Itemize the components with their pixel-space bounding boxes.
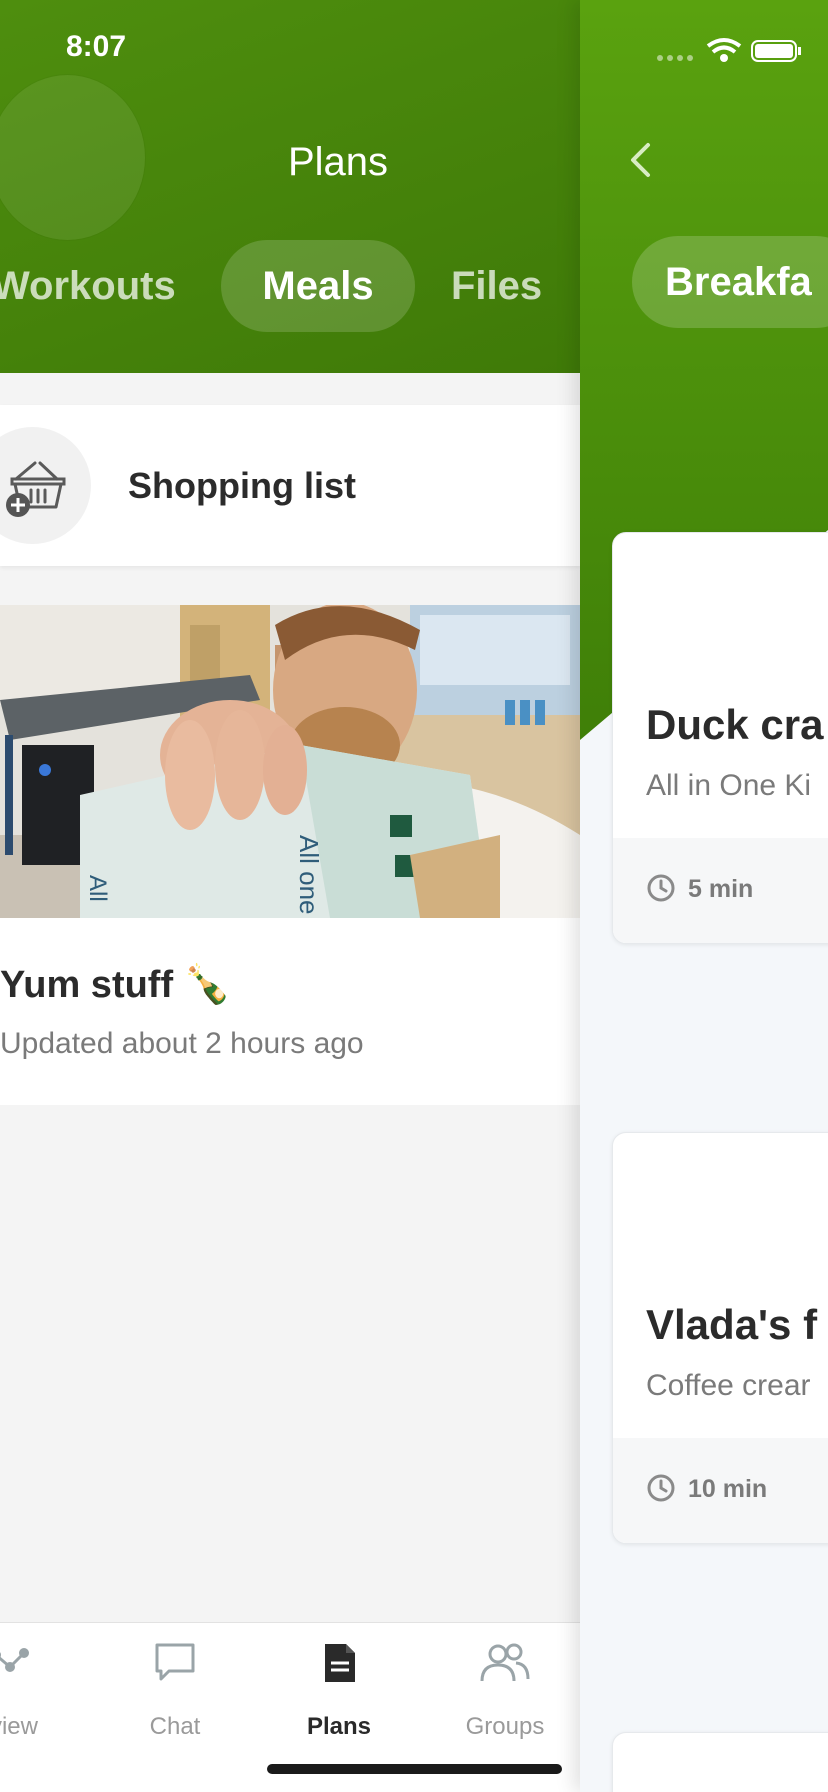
status-bar-icons [657,38,801,62]
clock-icon [647,1474,675,1502]
tab-bar-label: Chat [149,1713,201,1740]
clock-icon [647,874,675,902]
recipe-time: 10 min [688,1475,768,1503]
page-title: Plans [287,140,389,184]
back-chevron-icon[interactable] [628,142,652,178]
recipe-footer: 5 min [613,838,828,943]
tab-bar-label: rview [0,1713,38,1740]
recipe-card[interactable]: Vlada's f Coffee crear 10 min [612,1132,828,1544]
plans-screen: 8:07 Plans Workouts Meals Files Shopping… [0,0,580,1792]
recipe-title: Vlada's f [646,1301,818,1348]
svg-text:All one: All one [294,835,324,915]
shopping-list-label: Shopping list [128,465,356,506]
recipe-footer: 10 min [613,1438,828,1543]
basket-add-icon [6,461,66,517]
tab-bar-label: Groups [465,1713,545,1740]
tab-bar-groups[interactable]: Groups [450,1623,560,1743]
tab-bar-plans[interactable]: Plans [280,1623,398,1743]
document-icon [325,1644,355,1682]
recipe-subtitle: Coffee crear [646,1369,811,1402]
tab-meals[interactable]: Meals [221,240,415,332]
recipe-subtitle: All in One Ki [646,769,812,802]
recipe-time: 5 min [688,875,754,903]
recipe-card[interactable] [612,1732,828,1792]
recipe-list-screen: Breakfa Duck cra All in One Ki 5 min Vla… [580,0,828,1792]
tab-workouts[interactable]: Workouts [0,240,176,332]
plan-cover-image: All one All [0,605,580,918]
recipe-title: Duck cra [646,701,824,748]
plan-updated-text: Updated about 2 hours ago [0,1027,364,1060]
meal-plan-card[interactable]: All one All Yum stuff 🍾 Updated about 2 … [0,605,580,1105]
shopping-list-row[interactable]: Shopping list [0,405,580,566]
tab-bar-label: Plans [306,1713,372,1740]
home-indicator [267,1764,562,1774]
status-time: 8:07 [66,30,127,63]
chat-icon [155,1643,195,1681]
recipe-card[interactable]: Duck cra All in One Ki 5 min [612,532,828,944]
tab-files[interactable]: Files [451,240,542,332]
plans-header: 8:07 Plans Workouts Meals Files [0,0,580,373]
plan-title: Yum stuff 🍾 [0,964,231,1006]
tab-bar-overview[interactable]: rview [0,1623,80,1743]
tab-bar-chat[interactable]: Chat [120,1623,230,1743]
overview-icon [0,1648,29,1672]
svg-text:All: All [84,875,111,902]
category-pill-breakfast[interactable]: Breakfa [632,236,828,328]
groups-icon [480,1643,530,1682]
